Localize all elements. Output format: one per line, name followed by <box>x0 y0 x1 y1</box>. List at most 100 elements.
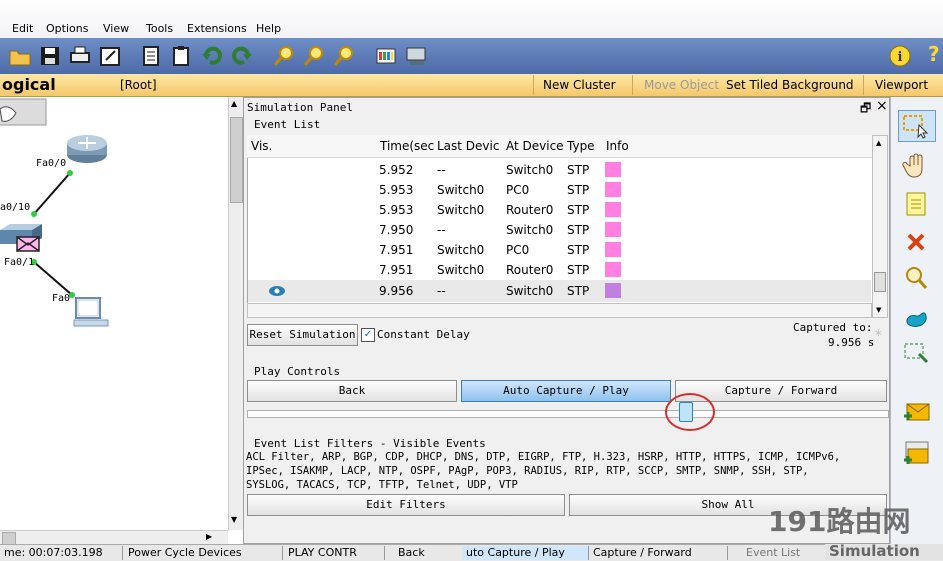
paste-icon[interactable] <box>170 44 194 68</box>
link-router-switch <box>33 172 71 215</box>
viewport-button[interactable]: Viewport <box>875 78 928 92</box>
port-label-fa0-1: Fa0/1 <box>4 257 35 268</box>
power-cycle-devices-button[interactable]: Power Cycle Devices <box>124 546 283 560</box>
event-list-horizontal-scrollbar[interactable] <box>247 303 872 318</box>
watermark-logo: 191路由网 <box>768 505 911 538</box>
separator <box>533 75 534 95</box>
info-color-swatch[interactable] <box>605 242 621 257</box>
event-list-toggle[interactable]: Event List <box>734 546 831 560</box>
zoom-reset-icon[interactable] <box>302 44 326 68</box>
menu-edit[interactable]: Edit <box>12 22 33 35</box>
float-panel-icon[interactable]: 🗗 <box>860 99 871 120</box>
column-last-device[interactable]: Last Devic <box>437 139 499 153</box>
svg-text:i: i <box>898 50 903 65</box>
workspace-title: ogical <box>2 75 56 94</box>
router-icon[interactable] <box>64 133 110 165</box>
draw-shape-icon[interactable] <box>902 302 930 330</box>
status-auto-capture-button[interactable]: uto Capture / Play <box>462 546 589 560</box>
last-device-cell: Switch0 <box>437 263 485 277</box>
info-color-swatch[interactable] <box>605 283 621 298</box>
scroll-down-arrow-icon[interactable]: ▼ <box>231 515 237 524</box>
last-device-cell: Switch0 <box>437 203 485 217</box>
add-complex-pdu-icon[interactable] <box>902 440 930 468</box>
workspace-horizontal-scrollbar[interactable]: ▶ <box>0 530 228 545</box>
move-object-button[interactable]: Move Object <box>644 78 719 92</box>
copy-icon[interactable] <box>140 44 164 68</box>
menu-help[interactable]: Help <box>256 22 281 35</box>
last-device-cell: -- <box>437 284 446 298</box>
add-simple-pdu-icon[interactable] <box>902 398 930 426</box>
zoom-icon[interactable] <box>902 264 930 292</box>
pdu-envelope-icon[interactable] <box>16 236 40 252</box>
table-row-selected[interactable] <box>248 280 871 302</box>
event-list-vertical-scrollbar[interactable]: ▲ ▼ <box>872 135 888 318</box>
column-at-device[interactable]: At Device <box>506 139 564 153</box>
simulation-mode-tab[interactable]: Simulation <box>825 544 943 560</box>
open-folder-icon[interactable] <box>8 44 32 68</box>
set-tiled-background-button[interactable]: Set Tiled Background <box>726 78 854 92</box>
print-icon[interactable] <box>68 44 92 68</box>
time-cell: 7.951 <box>379 263 414 277</box>
back-button[interactable]: Back <box>247 380 457 402</box>
realtime-clock: me: 00:07:03.198 <box>0 546 123 560</box>
menu-options[interactable]: Options <box>46 22 88 35</box>
inspect-hand-icon[interactable] <box>902 152 930 180</box>
info-color-swatch[interactable] <box>605 222 621 237</box>
pc-icon[interactable] <box>72 296 114 332</box>
reset-simulation-button[interactable]: Reset Simulation <box>247 324 358 346</box>
place-note-icon[interactable] <box>902 190 930 218</box>
status-capture-forward-button[interactable]: Capture / Forward <box>589 546 728 560</box>
column-type[interactable]: Type <box>567 139 595 153</box>
column-vis[interactable]: Vis. <box>251 139 272 153</box>
zoom-in-icon[interactable] <box>272 44 296 68</box>
scroll-up-arrow-icon[interactable]: ▲ <box>231 99 237 108</box>
info-color-swatch[interactable] <box>605 262 621 277</box>
redo-icon[interactable] <box>230 44 254 68</box>
root-label[interactable]: [Root] <box>120 78 157 92</box>
info-icon[interactable]: i <box>888 44 912 68</box>
select-tool-icon[interactable] <box>898 110 936 142</box>
workspace-vertical-scrollbar[interactable]: ▲ ▼ <box>228 97 243 530</box>
palette-icon[interactable] <box>374 44 398 68</box>
close-panel-icon[interactable]: × <box>876 98 888 114</box>
at-device-cell: Switch0 <box>506 223 554 237</box>
scroll-up-arrow-icon[interactable]: ▲ <box>876 139 881 147</box>
column-time[interactable]: Time(sec <box>380 139 434 153</box>
play-controls-status-button[interactable]: PLAY CONTR <box>284 546 385 560</box>
type-cell: STP <box>567 243 590 257</box>
scroll-right-arrow-icon[interactable]: ▶ <box>206 532 212 541</box>
panel-title: Simulation Panel <box>247 101 353 114</box>
help-icon[interactable]: ? <box>928 42 940 66</box>
logical-workspace[interactable] <box>0 97 228 530</box>
constant-delay-checkbox[interactable]: ✓ <box>361 328 375 342</box>
undo-icon[interactable] <box>200 44 224 68</box>
save-icon[interactable] <box>38 44 62 68</box>
filters-text-line2: IPSec, ISAKMP, LACP, NTP, OSPF, PAgP, PO… <box>246 465 809 477</box>
zoom-out-icon[interactable] <box>332 44 356 68</box>
status-back-button[interactable]: Back <box>386 546 467 560</box>
menu-tools[interactable]: Tools <box>146 22 173 35</box>
delete-icon[interactable] <box>902 228 930 256</box>
menu-extensions[interactable]: Extensions <box>187 22 247 35</box>
auto-capture-play-button[interactable]: Auto Capture / Play <box>461 380 671 402</box>
new-cluster-button[interactable]: New Cluster <box>543 78 616 92</box>
port-label-fa0-0: Fa0/0 <box>36 158 67 169</box>
resize-shape-icon[interactable] <box>902 340 930 368</box>
info-color-swatch[interactable] <box>605 162 621 177</box>
column-info[interactable]: Info <box>606 139 629 153</box>
info-color-swatch[interactable] <box>605 202 621 217</box>
info-color-swatch[interactable] <box>605 182 621 197</box>
link-light <box>67 170 73 176</box>
activity-wizard-icon[interactable] <box>98 44 122 68</box>
menu-view[interactable]: View <box>103 22 129 35</box>
custom-device-icon[interactable] <box>404 44 428 68</box>
scrollbar-thumb[interactable] <box>230 117 243 203</box>
scroll-down-arrow-icon[interactable]: ▼ <box>876 306 881 314</box>
time-cell: 7.950 <box>379 223 414 237</box>
type-cell: STP <box>567 203 590 217</box>
eye-icon[interactable] <box>267 284 287 298</box>
edit-filters-button[interactable]: Edit Filters <box>247 494 565 516</box>
last-device-cell: -- <box>437 223 446 237</box>
play-speed-slider-track[interactable] <box>247 410 889 418</box>
scrollbar-thumb[interactable] <box>874 272 886 292</box>
